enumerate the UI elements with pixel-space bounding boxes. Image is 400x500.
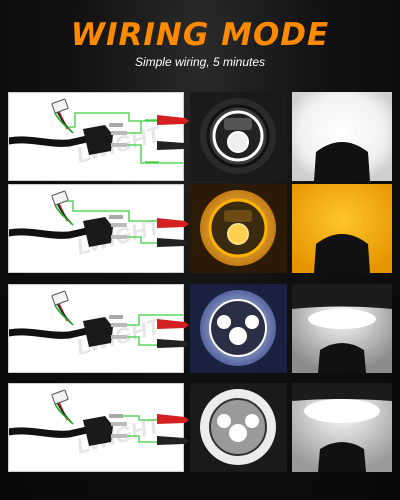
headlight-photo-white-halo bbox=[190, 92, 287, 181]
page-title: WIRING MODE bbox=[70, 17, 330, 53]
wiring-row-high-beam: LWIGHT bbox=[0, 383, 400, 472]
wiring-row-white-halo: LWIGHT bbox=[0, 92, 400, 181]
beam-result-white bbox=[292, 92, 392, 181]
beam-result-high bbox=[292, 383, 392, 472]
page-subtitle: Simple wiring, 5 minutes bbox=[134, 55, 266, 69]
wiring-row-amber-halo: LWIGHT bbox=[0, 184, 400, 273]
beam-result-amber bbox=[292, 184, 392, 273]
beam-result-low bbox=[292, 284, 392, 373]
headlight-photo-amber-halo bbox=[190, 184, 287, 273]
wiring-row-low-beam: LWIGHT bbox=[0, 284, 400, 373]
alligator-clips bbox=[145, 184, 195, 273]
alligator-clips bbox=[145, 92, 195, 181]
alligator-clips bbox=[145, 383, 195, 472]
alligator-clips bbox=[145, 284, 195, 373]
headlight-photo-low-beam bbox=[190, 284, 287, 373]
headlight-photo-high-beam bbox=[190, 383, 287, 472]
wiring-mode-graphic: WIRING MODE Simple wiring, 5 minutes LWI… bbox=[0, 0, 400, 500]
